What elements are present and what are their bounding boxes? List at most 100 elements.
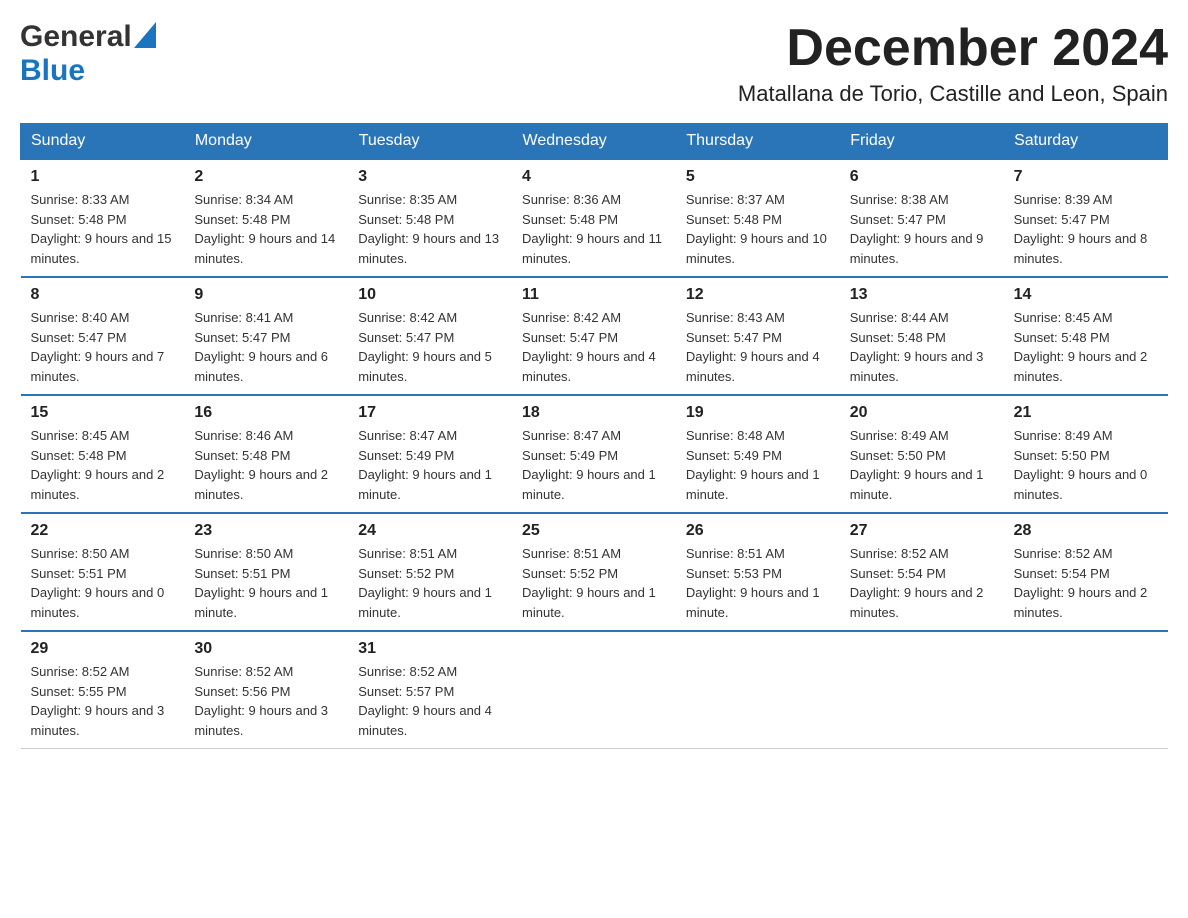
day-info: Sunrise: 8:46 AMSunset: 5:48 PMDaylight:… (194, 428, 328, 502)
day-number: 23 (194, 522, 338, 540)
table-row: 22Sunrise: 8:50 AMSunset: 5:51 PMDayligh… (21, 513, 185, 631)
table-row: 2 Sunrise: 8:34 AMSunset: 5:48 PMDaylight… (184, 159, 348, 277)
day-number: 6 (850, 168, 994, 186)
table-row: 4Sunrise: 8:36 AMSunset: 5:48 PMDaylight… (512, 159, 676, 277)
day-info: Sunrise: 8:52 AMSunset: 5:54 PMDaylight:… (850, 546, 984, 620)
table-row: 16Sunrise: 8:46 AMSunset: 5:48 PMDayligh… (184, 395, 348, 513)
day-info: Sunrise: 8:52 AMSunset: 5:56 PMDaylight:… (194, 664, 328, 738)
calendar-week-row: 22 Sunrise: 8:50 AMSunset: 5:51 PMDayligh… (21, 513, 1168, 631)
day-number: 3 (358, 168, 502, 186)
calendar-header-row: Sunday Monday Tuesday Wednesday Thursday… (21, 124, 1168, 160)
day-number: 26 (686, 522, 830, 540)
col-wednesday: Wednesday (512, 124, 676, 160)
day-number: 5 (686, 168, 830, 186)
col-thursday: Thursday (676, 124, 840, 160)
table-row (512, 631, 676, 749)
day-number: 30 (194, 640, 338, 658)
table-row: 10 Sunrise: 8:42 AMSunset: 5:47 PMDayligh… (348, 277, 512, 395)
calendar-week-row: 29Sunrise: 8:52 AMSunset: 5:55 PMDayligh… (21, 631, 1168, 749)
table-row: 6 Sunrise: 8:38 AMSunset: 5:47 PMDaylight… (840, 159, 1004, 277)
day-number: 13 (850, 286, 994, 304)
day-info: Sunrise: 8:43 AMSunset: 5:47 PMDaylight:… (686, 310, 820, 384)
logo: General Blue (20, 20, 156, 88)
table-row: 3 Sunrise: 8:35 AMSunset: 5:48 PMDaylight… (348, 159, 512, 277)
day-info: Sunrise: 8:44 AMSunset: 5:48 PMDaylight:… (850, 310, 984, 384)
day-info: Sunrise: 8:45 AMSunset: 5:48 PMDaylight:… (31, 428, 165, 502)
day-info: Sunrise: 8:52 AMSunset: 5:57 PMDaylight:… (358, 664, 492, 738)
table-row: 24Sunrise: 8:51 AMSunset: 5:52 PMDayligh… (348, 513, 512, 631)
table-row: 27 Sunrise: 8:52 AMSunset: 5:54 PMDayligh… (840, 513, 1004, 631)
day-info: Sunrise: 8:38 AMSunset: 5:47 PMDaylight:… (850, 192, 984, 266)
day-number: 12 (686, 286, 830, 304)
table-row: 18 Sunrise: 8:47 AMSunset: 5:49 PMDayligh… (512, 395, 676, 513)
logo-arrow-icon (134, 22, 156, 53)
day-number: 2 (194, 168, 338, 186)
col-monday: Monday (184, 124, 348, 160)
day-info: Sunrise: 8:39 AMSunset: 5:47 PMDaylight:… (1014, 192, 1148, 266)
day-number: 19 (686, 404, 830, 422)
title-block: December 2024 Matallana de Torio, Castil… (738, 20, 1168, 107)
day-number: 14 (1014, 286, 1158, 304)
day-number: 8 (31, 286, 175, 304)
day-number: 17 (358, 404, 502, 422)
table-row (676, 631, 840, 749)
day-number: 1 (31, 168, 175, 186)
day-info: Sunrise: 8:47 AMSunset: 5:49 PMDaylight:… (522, 428, 656, 502)
col-tuesday: Tuesday (348, 124, 512, 160)
day-number: 22 (31, 522, 175, 540)
calendar-week-row: 1 Sunrise: 8:33 AMSunset: 5:48 PMDaylight… (21, 159, 1168, 277)
table-row: 1 Sunrise: 8:33 AMSunset: 5:48 PMDaylight… (21, 159, 185, 277)
day-info: Sunrise: 8:49 AMSunset: 5:50 PMDaylight:… (1014, 428, 1148, 502)
table-row: 26Sunrise: 8:51 AMSunset: 5:53 PMDayligh… (676, 513, 840, 631)
day-number: 18 (522, 404, 666, 422)
table-row: 19 Sunrise: 8:48 AMSunset: 5:49 PMDayligh… (676, 395, 840, 513)
day-number: 4 (522, 168, 666, 186)
day-info: Sunrise: 8:51 AMSunset: 5:52 PMDaylight:… (358, 546, 492, 620)
table-row (1004, 631, 1168, 749)
day-number: 28 (1014, 522, 1158, 540)
table-row: 17Sunrise: 8:47 AMSunset: 5:49 PMDayligh… (348, 395, 512, 513)
table-row: 9 Sunrise: 8:41 AMSunset: 5:47 PMDaylight… (184, 277, 348, 395)
day-info: Sunrise: 8:33 AMSunset: 5:48 PMDaylight:… (31, 192, 172, 266)
col-sunday: Sunday (21, 124, 185, 160)
table-row: 14 Sunrise: 8:45 AMSunset: 5:48 PMDayligh… (1004, 277, 1168, 395)
logo-general-text: General (20, 20, 132, 54)
table-row: 12 Sunrise: 8:43 AMSunset: 5:47 PMDayligh… (676, 277, 840, 395)
day-number: 7 (1014, 168, 1158, 186)
page-header: General Blue December 2024 Matallana de … (20, 20, 1168, 107)
table-row: 25 Sunrise: 8:51 AMSunset: 5:52 PMDayligh… (512, 513, 676, 631)
day-number: 10 (358, 286, 502, 304)
table-row: 21Sunrise: 8:49 AMSunset: 5:50 PMDayligh… (1004, 395, 1168, 513)
day-info: Sunrise: 8:42 AMSunset: 5:47 PMDaylight:… (358, 310, 492, 384)
day-number: 9 (194, 286, 338, 304)
table-row: 20Sunrise: 8:49 AMSunset: 5:50 PMDayligh… (840, 395, 1004, 513)
table-row: 11Sunrise: 8:42 AMSunset: 5:47 PMDayligh… (512, 277, 676, 395)
day-info: Sunrise: 8:48 AMSunset: 5:49 PMDaylight:… (686, 428, 820, 502)
day-info: Sunrise: 8:42 AMSunset: 5:47 PMDaylight:… (522, 310, 656, 384)
day-info: Sunrise: 8:40 AMSunset: 5:47 PMDaylight:… (31, 310, 165, 384)
day-number: 15 (31, 404, 175, 422)
table-row: 7 Sunrise: 8:39 AMSunset: 5:47 PMDaylight… (1004, 159, 1168, 277)
day-info: Sunrise: 8:51 AMSunset: 5:52 PMDaylight:… (522, 546, 656, 620)
calendar-week-row: 8 Sunrise: 8:40 AMSunset: 5:47 PMDaylight… (21, 277, 1168, 395)
day-info: Sunrise: 8:35 AMSunset: 5:48 PMDaylight:… (358, 192, 499, 266)
day-number: 20 (850, 404, 994, 422)
day-info: Sunrise: 8:52 AMSunset: 5:54 PMDaylight:… (1014, 546, 1148, 620)
table-row: 23 Sunrise: 8:50 AMSunset: 5:51 PMDayligh… (184, 513, 348, 631)
table-row: 31Sunrise: 8:52 AMSunset: 5:57 PMDayligh… (348, 631, 512, 749)
calendar-week-row: 15 Sunrise: 8:45 AMSunset: 5:48 PMDayligh… (21, 395, 1168, 513)
day-info: Sunrise: 8:41 AMSunset: 5:47 PMDaylight:… (194, 310, 328, 384)
table-row (840, 631, 1004, 749)
logo-blue-text: Blue (20, 54, 85, 88)
day-info: Sunrise: 8:52 AMSunset: 5:55 PMDaylight:… (31, 664, 165, 738)
day-number: 27 (850, 522, 994, 540)
day-info: Sunrise: 8:50 AMSunset: 5:51 PMDaylight:… (194, 546, 328, 620)
calendar-table: Sunday Monday Tuesday Wednesday Thursday… (20, 123, 1168, 749)
day-info: Sunrise: 8:34 AMSunset: 5:48 PMDaylight:… (194, 192, 335, 266)
day-info: Sunrise: 8:45 AMSunset: 5:48 PMDaylight:… (1014, 310, 1148, 384)
table-row: 15 Sunrise: 8:45 AMSunset: 5:48 PMDayligh… (21, 395, 185, 513)
table-row: 28 Sunrise: 8:52 AMSunset: 5:54 PMDayligh… (1004, 513, 1168, 631)
main-title: December 2024 (738, 20, 1168, 77)
day-number: 25 (522, 522, 666, 540)
col-friday: Friday (840, 124, 1004, 160)
